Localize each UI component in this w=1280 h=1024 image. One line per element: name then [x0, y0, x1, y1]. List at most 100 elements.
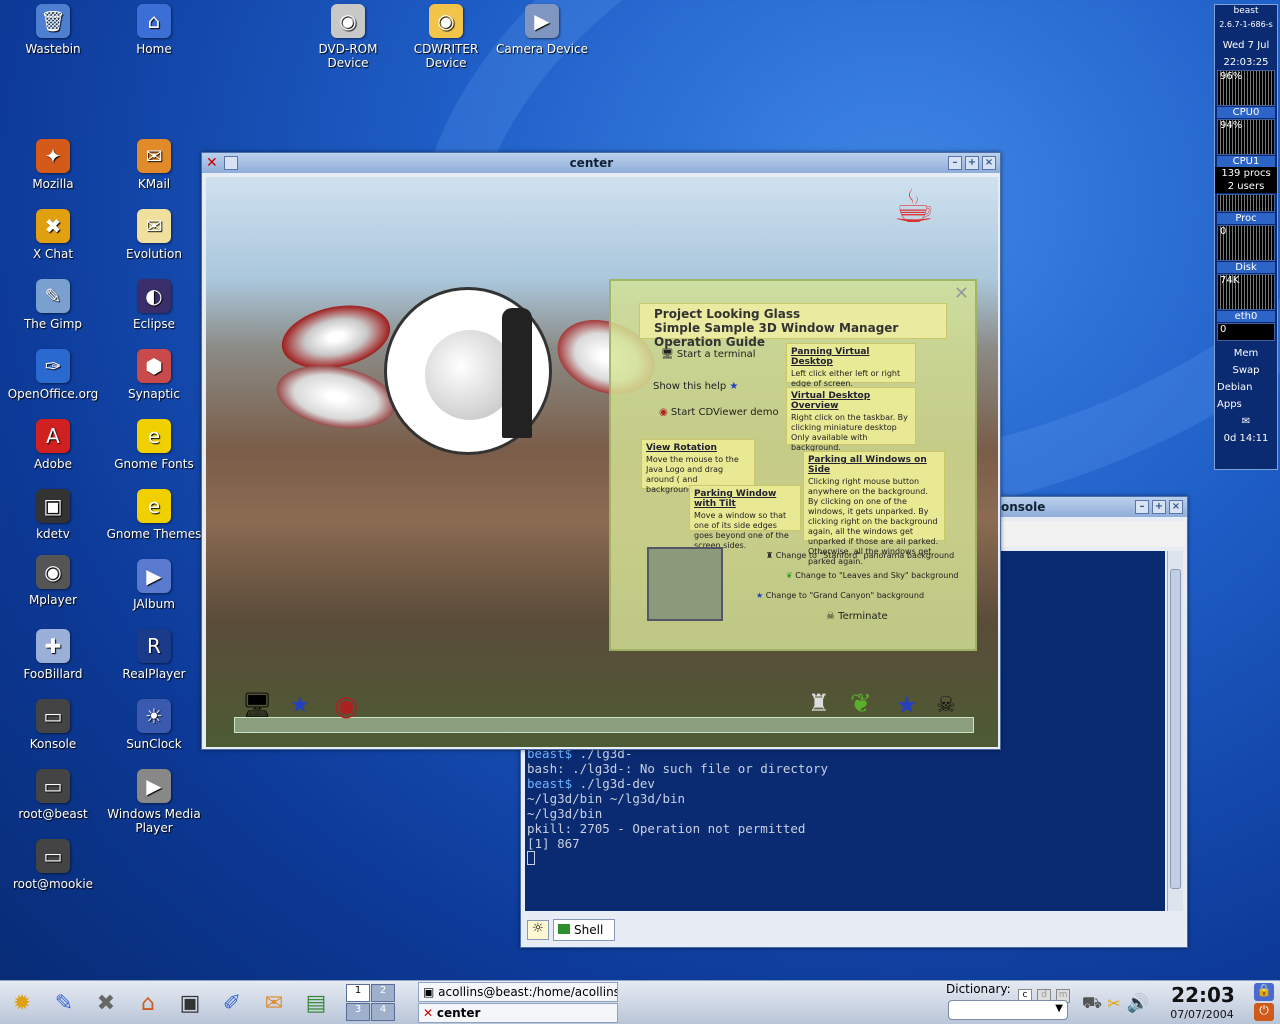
desktop-icon-windows-media-player[interactable]: ▶ Windows Media Player	[104, 769, 204, 835]
desktop-icon-jalbum[interactable]: ▶ JAlbum	[104, 559, 204, 611]
start-cdviewer-item[interactable]: ◉ Start CDViewer demo	[659, 407, 779, 418]
pager-desktop-4[interactable]: 4	[371, 1003, 395, 1021]
kmail-launcher-icon[interactable]: ✉	[258, 987, 290, 1019]
calculator-icon[interactable]: ▤	[300, 987, 332, 1019]
disk-label: Disk	[1217, 262, 1275, 273]
desktop-icon-konsole[interactable]: ▭ Konsole	[3, 699, 103, 751]
center-window[interactable]: ✕ center – + × ☕ ✕ Project Looking Glass…	[201, 152, 1001, 750]
close-button[interactable]: ×	[1169, 500, 1183, 514]
task-button-konsole[interactable]: ▣ acollins@beast:/home/acollins	[418, 982, 618, 1002]
kwrite-icon[interactable]: ✐	[216, 987, 248, 1019]
pager-desktop-3[interactable]: 3	[346, 1003, 370, 1021]
lg3d-leaf-icon[interactable]: ❦	[850, 689, 872, 719]
kde-menu-icon[interactable]: ✹	[6, 987, 38, 1019]
terminate-item[interactable]: ☠ Terminate	[826, 611, 888, 622]
show-help-item[interactable]: Show this help ★	[653, 381, 738, 392]
note-rotation: View Rotation Move the mouse to the Java…	[641, 439, 755, 494]
java-logo-icon[interactable]: ☕	[874, 179, 954, 279]
eth-graph: 0	[1217, 323, 1275, 341]
swap-label: Swap	[1232, 365, 1260, 376]
lg3d-cd-icon[interactable]: ◉	[334, 689, 358, 722]
help-panel[interactable]: ✕ Project Looking Glass Simple Sample 3D…	[609, 279, 977, 651]
desktop-icon-adobe[interactable]: A Adobe	[3, 419, 103, 471]
clock-time[interactable]: 22:03	[1168, 983, 1238, 1007]
cd-cover-main[interactable]	[384, 287, 552, 455]
minimize-button[interactable]: –	[948, 156, 962, 170]
clock-date[interactable]: 07/07/2004	[1164, 1008, 1240, 1021]
desktop-icon-gnome-fonts[interactable]: e Gnome Fonts	[104, 419, 204, 471]
home-icon[interactable]: ⌂	[132, 987, 164, 1019]
help-close-icon[interactable]: ✕	[954, 283, 969, 304]
center-titlebar[interactable]: ✕ center – + ×	[202, 153, 1000, 173]
mail-icon[interactable]: ✉	[1215, 415, 1277, 428]
lg3d-skull-icon[interactable]: ☠	[936, 693, 956, 718]
desktop-icon-the-gimp[interactable]: ✎ The Gimp	[3, 279, 103, 331]
desktop-icon-realplayer[interactable]: R RealPlayer	[104, 629, 204, 681]
desktop-icon-label: CDWRITER Device	[413, 42, 479, 70]
desktop-icon-label: Evolution	[126, 247, 182, 261]
desktop-icon-kdetv[interactable]: ▣ kdetv	[3, 489, 103, 541]
terminal-line: ~/lg3d/bin	[527, 806, 603, 821]
start-terminal-item[interactable]: 🖥 Start a terminal	[661, 349, 756, 360]
desktop-icon-cdwriter-device[interactable]: ◉ CDWRITER Device	[396, 4, 496, 70]
desktop-icon-foobillard[interactable]: ✚ FooBillard	[3, 629, 103, 681]
desktop-icon-kmail[interactable]: ✉ KMail	[104, 139, 204, 191]
desktop-icon-root-mookie[interactable]: ▭ root@mookie	[3, 839, 103, 891]
proc-value: 0	[1217, 225, 1275, 261]
x-logo-icon[interactable]: ✕	[206, 155, 218, 171]
menu-button[interactable]	[223, 156, 238, 170]
terminal-icon: 🖥	[661, 349, 674, 360]
task-button-center[interactable]: ✕ center	[418, 1003, 618, 1023]
logout-icon[interactable]: ⏻	[1254, 1003, 1274, 1021]
desktop-icon-evolution[interactable]: ✉ Evolution	[104, 209, 204, 261]
volume-icon[interactable]: 🔊	[1122, 987, 1154, 1019]
sysmon-host: beast	[1233, 6, 1259, 16]
minimize-button[interactable]: –	[1135, 500, 1149, 514]
lg3d-stanford-icon[interactable]: ♜	[808, 689, 830, 717]
lg3d-terminal-icon[interactable]: 🖥	[242, 691, 272, 719]
debian-label[interactable]: Debian	[1215, 381, 1277, 394]
new-session-icon[interactable]: ☼	[527, 920, 549, 940]
kate-icon[interactable]: ✎	[48, 987, 80, 1019]
canyon-background[interactable]: ☕ ✕ Project Looking Glass Simple Sample …	[206, 177, 998, 747]
chevron-down-icon[interactable]: ▼	[1055, 1003, 1063, 1014]
cd-disc[interactable]	[271, 357, 401, 437]
lg3d-help-icon[interactable]: ★	[290, 693, 310, 718]
note-tilt: Parking Window with Tilt Move a window s…	[689, 485, 801, 550]
desktop-icon-root-beast[interactable]: ▭ root@beast	[3, 769, 103, 821]
settings-tools-icon[interactable]: ✖	[90, 987, 122, 1019]
cd-icon: ◉	[659, 407, 668, 418]
desktop-icon-sunclock[interactable]: ☀ SunClock	[104, 699, 204, 751]
desktop-icon-synaptic[interactable]: ⬢ Synaptic	[104, 349, 204, 401]
desktop-icon-home[interactable]: ⌂ Home	[104, 4, 204, 56]
system-monitor: beast 2.6.7-1-686-s Wed 7 Jul 22:03:25 9…	[1214, 4, 1278, 470]
desktop-icon-gnome-themes[interactable]: e Gnome Themes	[104, 489, 204, 541]
desktop-icon-eclipse[interactable]: ◐ Eclipse	[104, 279, 204, 331]
users-count: 2 users	[1215, 180, 1277, 193]
bg-leaves-item[interactable]: ❦ Change to "Leaves and Sky" background	[786, 571, 958, 580]
desktop-icon-label: SunClock	[126, 737, 182, 751]
desktop-icon-dvd-rom-device[interactable]: ◉ DVD-ROM Device	[298, 4, 398, 70]
bg-canyon-item[interactable]: ★ Change to "Grand Canyon" background	[756, 591, 924, 600]
close-button[interactable]: ×	[982, 156, 996, 170]
lg3d-star-icon[interactable]: ★	[896, 691, 918, 719]
dictionary-input[interactable]: ▼	[948, 1000, 1068, 1020]
desktop-icon-x-chat[interactable]: ✖ X Chat	[3, 209, 103, 261]
shell-tab[interactable]: Shell	[553, 919, 615, 941]
desktop-icon-mozilla[interactable]: ✦ Mozilla	[3, 139, 103, 191]
cd-disc[interactable]	[275, 296, 397, 378]
terminal-scrollbar[interactable]	[1167, 551, 1183, 911]
desktop-icon-camera-device[interactable]: ▶ Camera Device	[492, 4, 592, 56]
desktop-icon-openoffice-org[interactable]: ✑ OpenOffice.org	[3, 349, 103, 401]
pager-desktop-1[interactable]: 1	[346, 984, 370, 1002]
maximize-button[interactable]: +	[1152, 500, 1166, 514]
maximize-button[interactable]: +	[965, 156, 979, 170]
lock-icon[interactable]: 🔒	[1254, 983, 1274, 1001]
apps-label[interactable]: Apps	[1215, 398, 1277, 411]
desktop-icon-wastebin[interactable]: 🗑 Wastebin	[3, 4, 103, 56]
konsole-launcher-icon[interactable]: ▣	[174, 987, 206, 1019]
bg-stanford-item[interactable]: ♜ Change to "Stanford" panorama backgrou…	[766, 551, 954, 560]
virtual-desktop-pager: 1 2 3 4	[346, 984, 396, 1022]
desktop-icon-mplayer[interactable]: ◉ Mplayer	[3, 555, 103, 607]
pager-desktop-2[interactable]: 2	[371, 984, 395, 1002]
